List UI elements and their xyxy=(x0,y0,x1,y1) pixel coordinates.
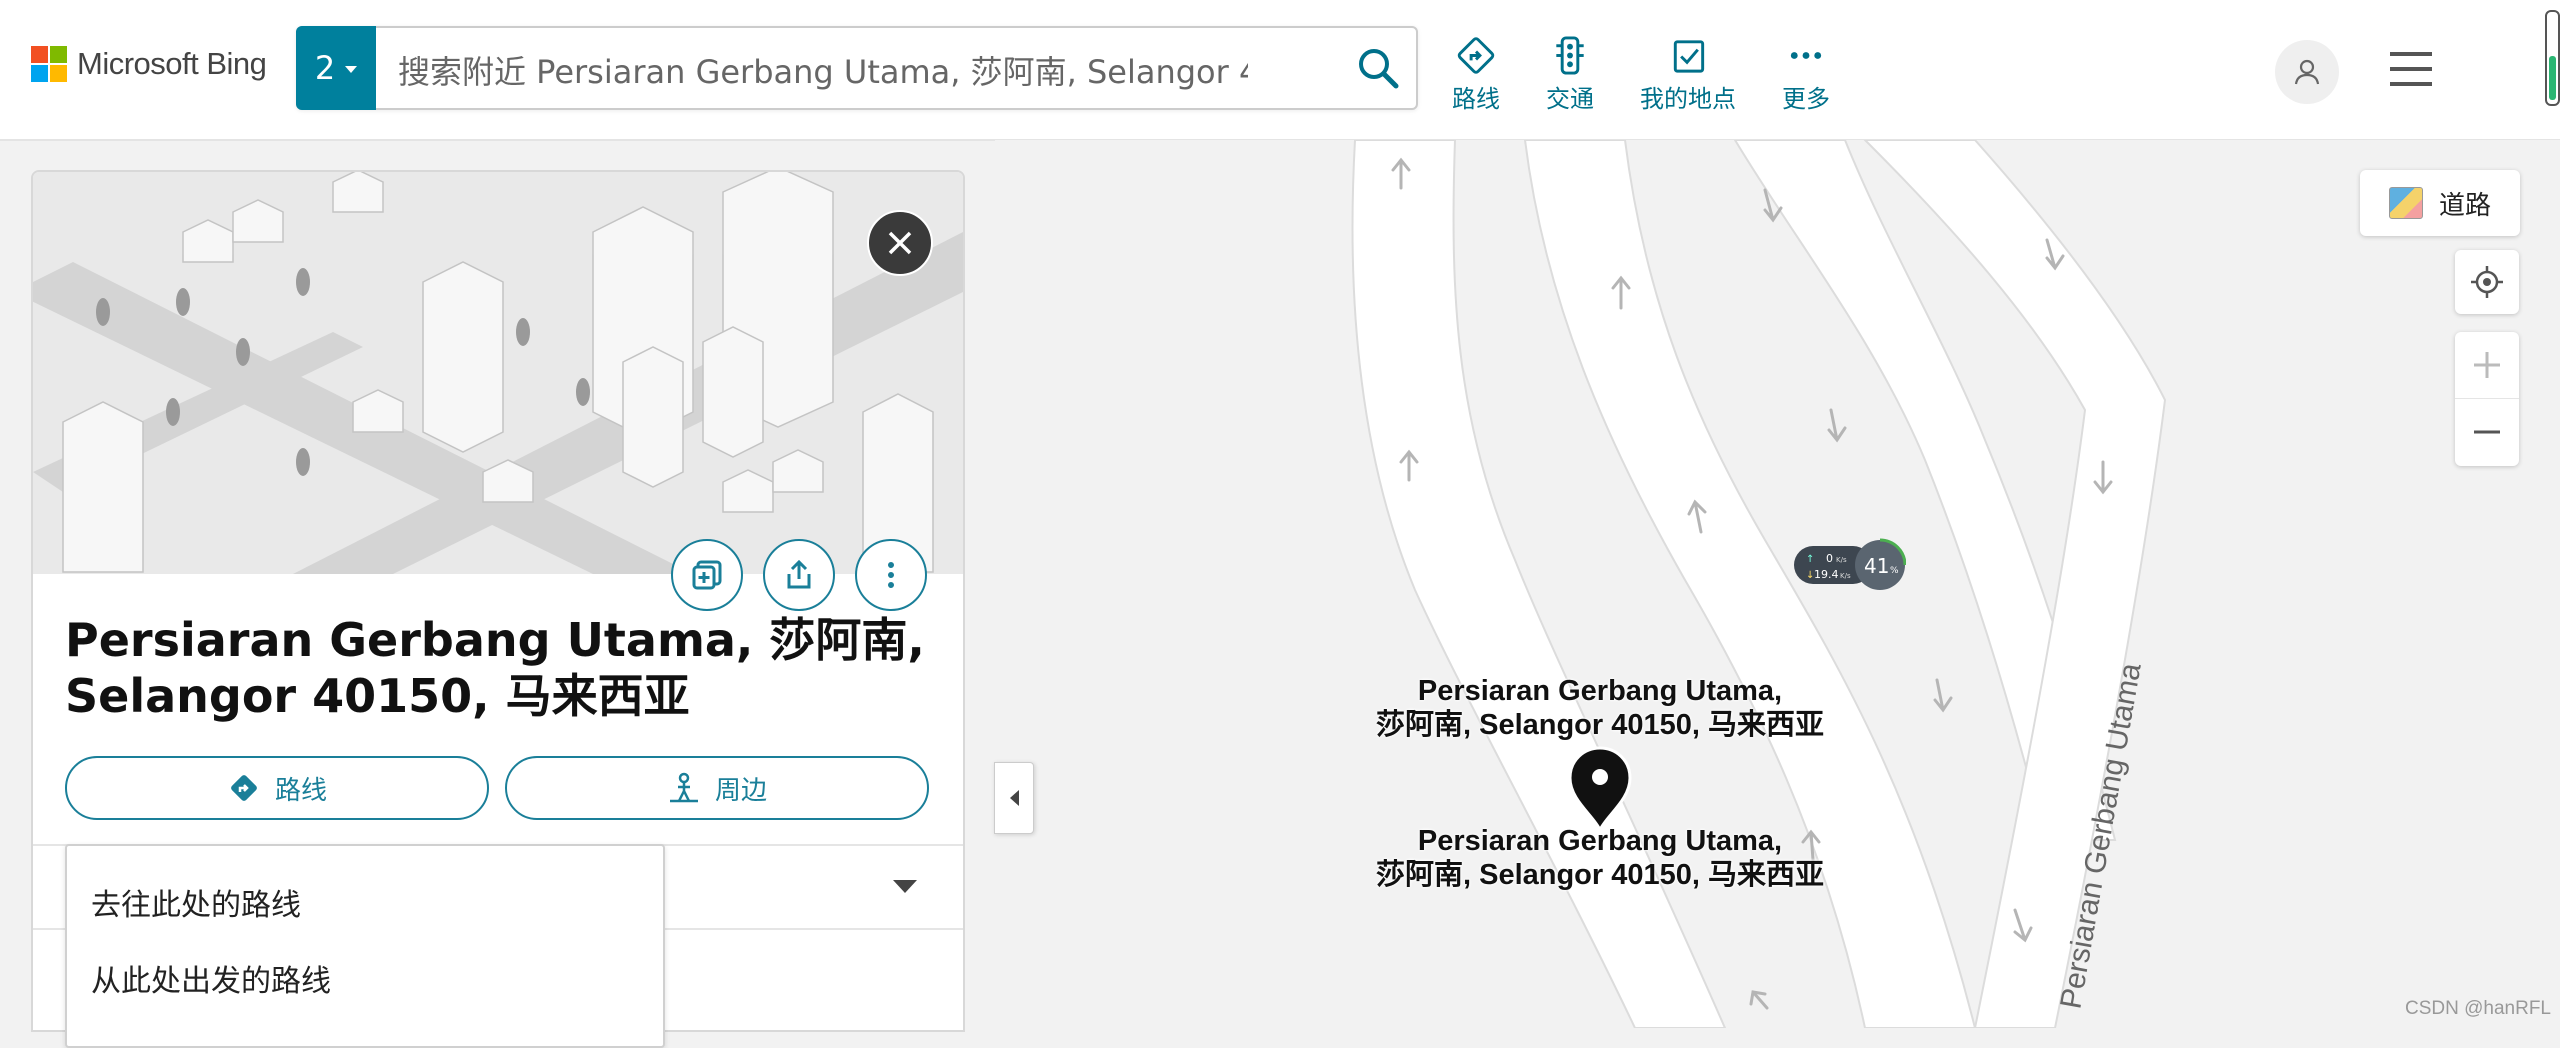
nav-directions-label: 路线 xyxy=(1452,85,1500,113)
caret-down-icon xyxy=(345,65,358,73)
svg-text:↑: ↑ xyxy=(1806,554,1814,565)
search-input[interactable]: 搜索附近 Persiaran Gerbang Utama, 莎阿南, Selan… xyxy=(398,47,1248,93)
directions-icon xyxy=(1457,37,1495,74)
speed-up-unit: K/s xyxy=(1836,556,1847,564)
microsoft-logo-icon xyxy=(31,46,67,82)
close-panel-button[interactable] xyxy=(867,210,933,276)
directions-button-label: 路线 xyxy=(274,775,327,806)
save-icon xyxy=(692,560,722,590)
logo-text: Microsoft Bing xyxy=(77,46,267,81)
zoom-in-button[interactable] xyxy=(2455,332,2519,399)
locate-icon xyxy=(2471,266,2503,298)
directions-icon xyxy=(231,775,257,801)
speed-down-value: 19.4 xyxy=(1814,568,1839,581)
speed-percent-unit: % xyxy=(1890,566,1899,576)
pin-label-bottom-line1: Persiaran Gerbang Utama, xyxy=(1417,825,1783,857)
top-bar: Microsoft Bing 2 搜索附近 Persiaran Gerbang … xyxy=(0,0,2560,141)
nav-my-places-label: 我的地点 xyxy=(1640,85,1736,113)
road-map-icon xyxy=(2388,187,2423,219)
plus-icon xyxy=(2474,352,2500,378)
account-avatar[interactable] xyxy=(2275,40,2339,104)
search-box[interactable]: 2 搜索附近 Persiaran Gerbang Utama, 莎阿南, Sel… xyxy=(296,26,1418,110)
zoom-controls xyxy=(2455,332,2519,466)
nearby-button[interactable]: 周边 xyxy=(505,756,929,820)
close-icon xyxy=(888,231,912,255)
map-type-label: 道路 xyxy=(2438,190,2491,221)
result-count-dropdown[interactable]: 2 xyxy=(296,26,376,110)
scroll-indicator xyxy=(2545,10,2560,106)
nav-more-label: 更多 xyxy=(1782,85,1830,113)
minus-icon xyxy=(2474,430,2500,434)
pin-label-top: Persiaran Gerbang Utama, 莎阿南, Selangor 4… xyxy=(1330,674,1870,742)
pin-label-bottom: Persiaran Gerbang Utama, 莎阿南, Selangor 4… xyxy=(1330,824,1870,892)
location-illustration xyxy=(33,172,963,574)
share-icon xyxy=(787,559,811,589)
locate-me-button[interactable] xyxy=(2455,250,2519,314)
speed-percent: 41 xyxy=(1864,554,1889,578)
zoom-out-button[interactable] xyxy=(2455,399,2519,465)
nav-my-places[interactable]: 我的地点 xyxy=(1640,34,1736,114)
my-places-icon xyxy=(1673,40,1705,73)
speed-up-value: 0 xyxy=(1826,552,1833,565)
more-options-button[interactable] xyxy=(855,539,927,611)
caret-down-icon[interactable] xyxy=(893,880,917,893)
menu-item-directions-to[interactable]: 去往此处的路线 xyxy=(91,880,301,924)
save-button[interactable] xyxy=(671,539,743,611)
map-canvas[interactable]: Persiaran Gerbang Utama xyxy=(995,140,2560,1028)
pin-label-bottom-line2: 莎阿南, Selangor 40150, 马来西亚 xyxy=(1375,859,1824,891)
location-title: Persiaran Gerbang Utama, 莎阿南, Selangor 4… xyxy=(65,613,925,723)
directions-button[interactable]: 路线 xyxy=(65,756,489,820)
bing-logo[interactable]: Microsoft Bing xyxy=(31,46,267,82)
nav-traffic[interactable]: 交通 xyxy=(1546,34,1594,114)
user-icon xyxy=(2294,59,2320,85)
more-vertical-icon xyxy=(888,562,894,588)
traffic-icon xyxy=(1556,36,1584,75)
nearby-button-label: 周边 xyxy=(714,775,767,806)
watermark: CSDN @hanRFL xyxy=(2405,998,2551,1019)
pin-label-top-line1: Persiaran Gerbang Utama, xyxy=(1417,675,1783,707)
nav-more[interactable]: 更多 xyxy=(1782,34,1830,114)
map-roads: Persiaran Gerbang Utama xyxy=(1351,140,2167,1028)
nav-traffic-label: 交通 xyxy=(1546,85,1594,113)
nav-directions[interactable]: 路线 xyxy=(1452,34,1500,114)
hamburger-menu-icon[interactable] xyxy=(2390,52,2432,86)
collapse-panel-button[interactable] xyxy=(994,762,1034,834)
location-pin-icon[interactable] xyxy=(1566,746,1634,832)
result-count: 2 xyxy=(314,49,336,87)
pin-label-top-line2: 莎阿南, Selangor 40150, 马来西亚 xyxy=(1375,709,1824,741)
share-button[interactable] xyxy=(763,539,835,611)
map-type-button[interactable]: 道路 xyxy=(2360,170,2520,236)
chevron-left-icon xyxy=(1009,790,1019,806)
menu-item-directions-from[interactable]: 从此处出发的路线 xyxy=(91,956,331,1000)
search-icon[interactable] xyxy=(1354,44,1402,92)
more-icon xyxy=(1790,52,1822,59)
directions-dropdown-menu: 去往此处的路线 从此处出发的路线 xyxy=(65,844,665,1048)
nearby-icon xyxy=(669,772,698,803)
speed-down-unit: K/s xyxy=(1840,572,1851,580)
city-illustration xyxy=(33,172,963,574)
network-speed-widget: ↑ 0 K/s ↓ 19.4 K/s 41 % xyxy=(1794,538,1906,590)
